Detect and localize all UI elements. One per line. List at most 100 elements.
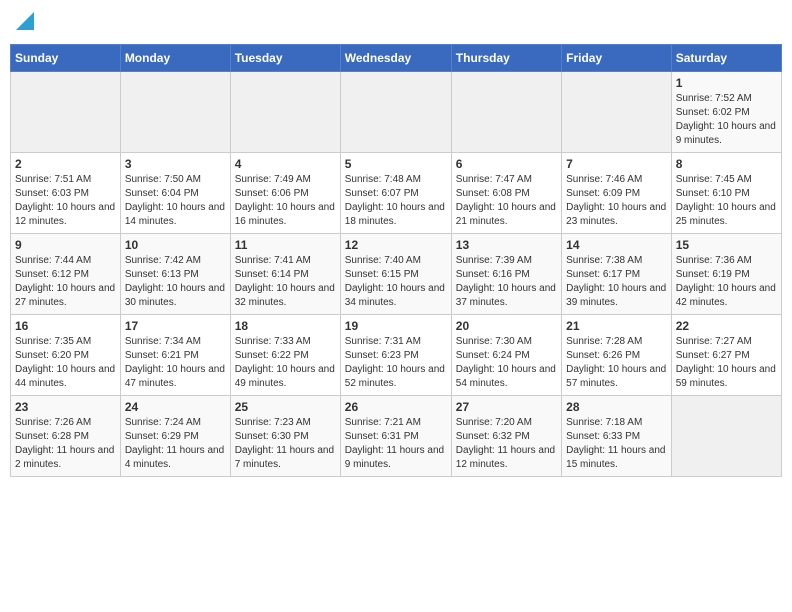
- day-info: Sunrise: 7:26 AM Sunset: 6:28 PM Dayligh…: [15, 416, 116, 472]
- col-header-monday: Monday: [120, 45, 230, 72]
- day-number: 17: [125, 319, 226, 333]
- calendar-cell: 3 Sunrise: 7:50 AM Sunset: 6:04 PM Daylig…: [120, 153, 230, 234]
- day-number: 6: [456, 157, 557, 171]
- day-number: 14: [566, 238, 667, 252]
- page-header: [10, 10, 782, 36]
- calendar-cell: 24 Sunrise: 7:24 AM Sunset: 6:29 PM Dayli…: [120, 396, 230, 477]
- day-number: 24: [125, 400, 226, 414]
- day-number: 15: [676, 238, 777, 252]
- day-info: Sunrise: 7:34 AM Sunset: 6:21 PM Dayligh…: [125, 335, 226, 391]
- calendar-cell: [562, 72, 672, 153]
- day-info: Sunrise: 7:49 AM Sunset: 6:06 PM Dayligh…: [235, 173, 336, 229]
- calendar-table: SundayMondayTuesdayWednesdayThursdayFrid…: [10, 44, 782, 477]
- calendar-cell: 5 Sunrise: 7:48 AM Sunset: 6:07 PM Daylig…: [340, 153, 451, 234]
- day-number: 27: [456, 400, 557, 414]
- calendar-cell: [11, 72, 121, 153]
- calendar-cell: 7Sunrise: 7:46 AM Sunset: 6:09 PM Daylig…: [562, 153, 672, 234]
- calendar-week-3: 9 Sunrise: 7:44 AM Sunset: 6:12 PM Daylig…: [11, 234, 782, 315]
- calendar-cell: [451, 72, 561, 153]
- calendar-cell: 11 Sunrise: 7:41 AM Sunset: 6:14 PM Dayli…: [230, 234, 340, 315]
- calendar-cell: [340, 72, 451, 153]
- calendar-week-2: 2 Sunrise: 7:51 AM Sunset: 6:03 PM Daylig…: [11, 153, 782, 234]
- calendar-cell: 14 Sunrise: 7:38 AM Sunset: 6:17 PM Dayli…: [562, 234, 672, 315]
- calendar-cell: 16 Sunrise: 7:35 AM Sunset: 6:20 PM Dayli…: [11, 315, 121, 396]
- day-info: Sunrise: 7:38 AM Sunset: 6:17 PM Dayligh…: [566, 254, 667, 310]
- day-info: Sunrise: 7:45 AM Sunset: 6:10 PM Dayligh…: [676, 173, 777, 229]
- day-number: 21: [566, 319, 667, 333]
- day-info: Sunrise: 7:51 AM Sunset: 6:03 PM Dayligh…: [15, 173, 116, 229]
- day-number: 28: [566, 400, 667, 414]
- day-info: Sunrise: 7:39 AM Sunset: 6:16 PM Dayligh…: [456, 254, 557, 310]
- day-number: 10: [125, 238, 226, 252]
- day-number: 20: [456, 319, 557, 333]
- calendar-week-5: 23 Sunrise: 7:26 AM Sunset: 6:28 PM Dayli…: [11, 396, 782, 477]
- day-number: 1: [676, 76, 777, 90]
- day-number: 11: [235, 238, 336, 252]
- calendar-cell: 18Sunrise: 7:33 AM Sunset: 6:22 PM Dayli…: [230, 315, 340, 396]
- day-info: Sunrise: 7:41 AM Sunset: 6:14 PM Dayligh…: [235, 254, 336, 310]
- calendar-week-1: 1 Sunrise: 7:52 AM Sunset: 6:02 PM Daylig…: [11, 72, 782, 153]
- day-info: Sunrise: 7:48 AM Sunset: 6:07 PM Dayligh…: [345, 173, 447, 229]
- day-info: Sunrise: 7:52 AM Sunset: 6:02 PM Dayligh…: [676, 92, 777, 148]
- col-header-saturday: Saturday: [671, 45, 781, 72]
- calendar-cell: 23 Sunrise: 7:26 AM Sunset: 6:28 PM Dayli…: [11, 396, 121, 477]
- day-number: 23: [15, 400, 116, 414]
- day-number: 13: [456, 238, 557, 252]
- day-info: Sunrise: 7:50 AM Sunset: 6:04 PM Dayligh…: [125, 173, 226, 229]
- col-header-thursday: Thursday: [451, 45, 561, 72]
- day-number: 22: [676, 319, 777, 333]
- day-number: 16: [15, 319, 116, 333]
- day-number: 7: [566, 157, 667, 171]
- day-number: 25: [235, 400, 336, 414]
- day-info: Sunrise: 7:30 AM Sunset: 6:24 PM Dayligh…: [456, 335, 557, 391]
- day-number: 8: [676, 157, 777, 171]
- calendar-cell: 25 Sunrise: 7:23 AM Sunset: 6:30 PM Dayli…: [230, 396, 340, 477]
- day-number: 12: [345, 238, 447, 252]
- calendar-cell: 1 Sunrise: 7:52 AM Sunset: 6:02 PM Daylig…: [671, 72, 781, 153]
- day-info: Sunrise: 7:24 AM Sunset: 6:29 PM Dayligh…: [125, 416, 226, 472]
- day-info: Sunrise: 7:35 AM Sunset: 6:20 PM Dayligh…: [15, 335, 116, 391]
- calendar-cell: 2 Sunrise: 7:51 AM Sunset: 6:03 PM Daylig…: [11, 153, 121, 234]
- calendar-cell: 27 Sunrise: 7:20 AM Sunset: 6:32 PM Dayli…: [451, 396, 561, 477]
- calendar-cell: [671, 396, 781, 477]
- day-info: Sunrise: 7:18 AM Sunset: 6:33 PM Dayligh…: [566, 416, 667, 472]
- day-number: 5: [345, 157, 447, 171]
- calendar-cell: 10 Sunrise: 7:42 AM Sunset: 6:13 PM Dayli…: [120, 234, 230, 315]
- col-header-sunday: Sunday: [11, 45, 121, 72]
- calendar-cell: 28 Sunrise: 7:18 AM Sunset: 6:33 PM Dayli…: [562, 396, 672, 477]
- col-header-tuesday: Tuesday: [230, 45, 340, 72]
- calendar-cell: 6 Sunrise: 7:47 AM Sunset: 6:08 PM Daylig…: [451, 153, 561, 234]
- day-number: 4: [235, 157, 336, 171]
- day-info: Sunrise: 7:47 AM Sunset: 6:08 PM Dayligh…: [456, 173, 557, 229]
- day-info: Sunrise: 7:33 AM Sunset: 6:22 PM Dayligh…: [235, 335, 336, 391]
- day-number: 19: [345, 319, 447, 333]
- calendar-cell: 4 Sunrise: 7:49 AM Sunset: 6:06 PM Daylig…: [230, 153, 340, 234]
- calendar-cell: 8 Sunrise: 7:45 AM Sunset: 6:10 PM Daylig…: [671, 153, 781, 234]
- col-header-friday: Friday: [562, 45, 672, 72]
- calendar-cell: 21 Sunrise: 7:28 AM Sunset: 6:26 PM Dayli…: [562, 315, 672, 396]
- day-info: Sunrise: 7:42 AM Sunset: 6:13 PM Dayligh…: [125, 254, 226, 310]
- day-info: Sunrise: 7:31 AM Sunset: 6:23 PM Dayligh…: [345, 335, 447, 391]
- logo-icon: [16, 12, 34, 30]
- day-info: Sunrise: 7:40 AM Sunset: 6:15 PM Dayligh…: [345, 254, 447, 310]
- calendar-cell: 9 Sunrise: 7:44 AM Sunset: 6:12 PM Daylig…: [11, 234, 121, 315]
- calendar-cell: 20 Sunrise: 7:30 AM Sunset: 6:24 PM Dayli…: [451, 315, 561, 396]
- day-info: Sunrise: 7:28 AM Sunset: 6:26 PM Dayligh…: [566, 335, 667, 391]
- day-info: Sunrise: 7:20 AM Sunset: 6:32 PM Dayligh…: [456, 416, 557, 472]
- calendar-cell: 22 Sunrise: 7:27 AM Sunset: 6:27 PM Dayli…: [671, 315, 781, 396]
- calendar-cell: 13 Sunrise: 7:39 AM Sunset: 6:16 PM Dayli…: [451, 234, 561, 315]
- calendar-cell: 12 Sunrise: 7:40 AM Sunset: 6:15 PM Dayli…: [340, 234, 451, 315]
- calendar-cell: 26Sunrise: 7:21 AM Sunset: 6:31 PM Dayli…: [340, 396, 451, 477]
- day-info: Sunrise: 7:23 AM Sunset: 6:30 PM Dayligh…: [235, 416, 336, 472]
- calendar-cell: 19 Sunrise: 7:31 AM Sunset: 6:23 PM Dayli…: [340, 315, 451, 396]
- day-number: 9: [15, 238, 116, 252]
- logo: [14, 16, 34, 30]
- day-info: Sunrise: 7:36 AM Sunset: 6:19 PM Dayligh…: [676, 254, 777, 310]
- day-number: 3: [125, 157, 226, 171]
- calendar-cell: 15 Sunrise: 7:36 AM Sunset: 6:19 PM Dayli…: [671, 234, 781, 315]
- day-info: Sunrise: 7:27 AM Sunset: 6:27 PM Dayligh…: [676, 335, 777, 391]
- col-header-wednesday: Wednesday: [340, 45, 451, 72]
- day-number: 26: [345, 400, 447, 414]
- day-info: Sunrise: 7:44 AM Sunset: 6:12 PM Dayligh…: [15, 254, 116, 310]
- day-number: 2: [15, 157, 116, 171]
